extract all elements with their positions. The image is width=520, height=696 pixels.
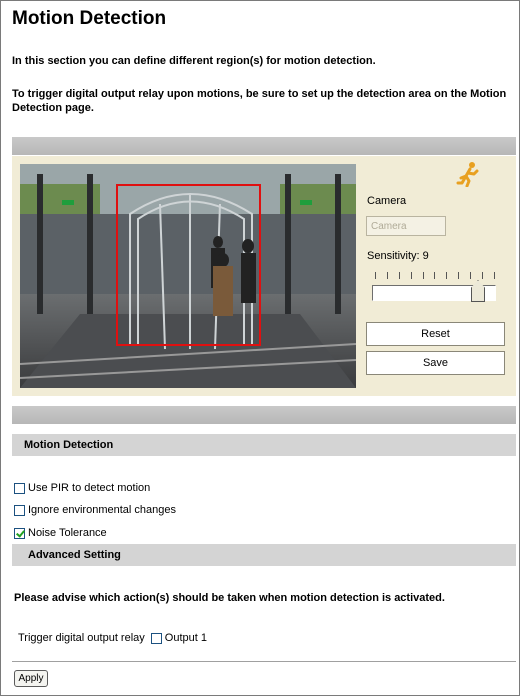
use-pir-checkbox[interactable] — [14, 482, 25, 494]
camera-preview[interactable] — [20, 164, 356, 388]
trigger-row: Trigger digital output relay Output 1 — [18, 632, 207, 644]
sensitivity-slider[interactable] — [372, 272, 496, 304]
page-title: Motion Detection — [12, 8, 167, 29]
camera-name-field[interactable] — [366, 216, 446, 236]
reset-button[interactable]: Reset — [366, 322, 505, 346]
detection-panel: Camera Sensitivity: 9 Reset Save — [12, 156, 516, 396]
ignore-env-label: Ignore environmental changes — [28, 504, 176, 516]
panel-bottom-bar — [12, 406, 516, 424]
panel-top-bar — [12, 137, 516, 155]
motion-section-heading: Motion Detection — [12, 434, 516, 456]
trigger-label: Trigger digital output relay — [18, 632, 145, 644]
sensitivity-label: Sensitivity: 9 — [367, 250, 429, 262]
apply-button[interactable]: Apply — [14, 670, 48, 687]
slider-ticks — [375, 272, 495, 280]
running-man-icon — [456, 162, 479, 187]
intro-text: In this section you can define different… — [12, 55, 376, 67]
detection-region[interactable] — [116, 184, 261, 346]
advise-text: Please advise which action(s) should be … — [14, 592, 445, 604]
intro-note: To trigger digital output relay upon mot… — [12, 88, 507, 114]
use-pir-label: Use PIR to detect motion — [28, 482, 151, 494]
footer-divider — [12, 661, 516, 662]
save-button[interactable]: Save — [366, 351, 505, 375]
noise-tolerance-checkbox[interactable] — [14, 527, 25, 539]
option-ignore-env[interactable]: Ignore environmental changes — [14, 504, 176, 516]
slider-thumb[interactable] — [471, 280, 485, 302]
advanced-setting-heading: Advanced Setting — [12, 544, 516, 566]
camera-label: Camera — [367, 195, 407, 207]
option-use-pir[interactable]: Use PIR to detect motion — [14, 482, 150, 494]
output-1-label: Output 1 — [164, 632, 207, 644]
noise-tolerance-label: Noise Tolerance — [28, 527, 107, 539]
option-noise-tolerance[interactable]: Noise Tolerance — [14, 527, 107, 539]
ignore-env-checkbox[interactable] — [14, 504, 25, 516]
output-1-checkbox[interactable] — [150, 632, 162, 644]
